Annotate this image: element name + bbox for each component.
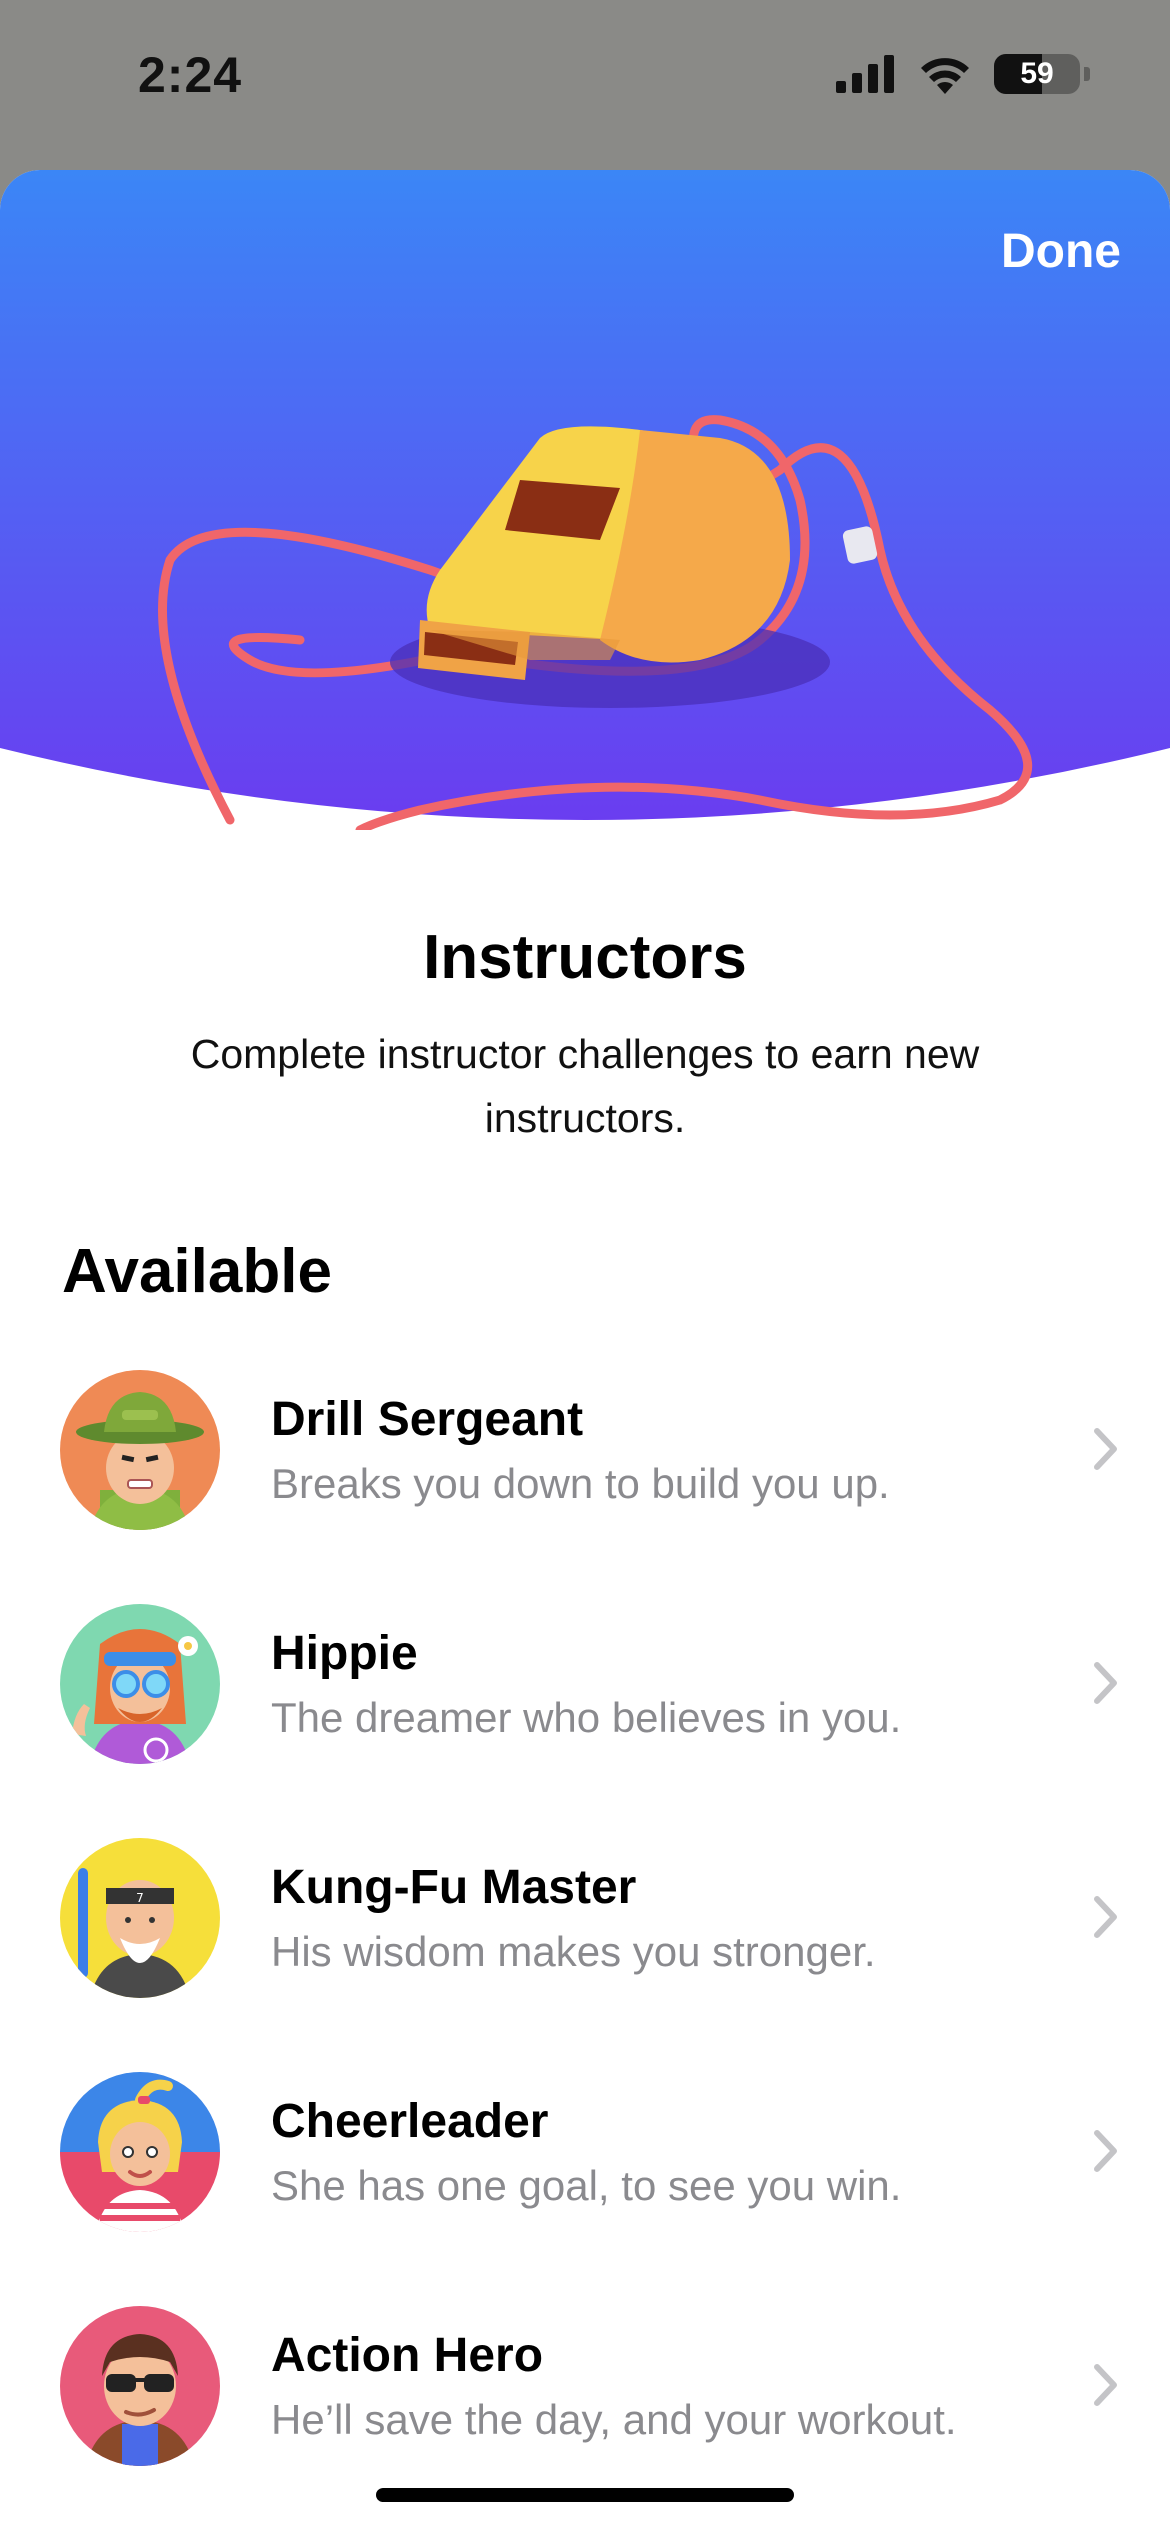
- page-title: Instructors: [423, 923, 747, 992]
- available-section-header: Available: [62, 1237, 332, 1306]
- done-button[interactable]: Done: [1001, 224, 1121, 279]
- instructor-list: Drill Sergeant Breaks you down to build …: [0, 1370, 1170, 2532]
- kung-fu-master-avatar: 7: [60, 1838, 220, 1998]
- chevron-right-icon: [1094, 1428, 1117, 1470]
- instructor-description: She has one goal, to see you win.: [271, 2162, 902, 2209]
- hippie-avatar: [60, 1604, 220, 1764]
- status-bar: 2:24 59: [0, 0, 1170, 160]
- chevron-right-icon: [1094, 1896, 1117, 1938]
- instructor-name: Action Hero: [271, 2329, 544, 2382]
- whistle-hero-illustration: [0, 170, 1170, 830]
- instructor-name: Hippie: [271, 1627, 418, 1680]
- instructor-name: Kung-Fu Master: [271, 1861, 637, 1914]
- instructor-name: Cheerleader: [271, 2095, 549, 2148]
- action-hero-avatar: [60, 2306, 220, 2466]
- chevron-right-icon: [1094, 2364, 1117, 2406]
- instructors-sheet: Done Instructors Complete instructor cha…: [0, 170, 1170, 2532]
- instructor-row-cheerleader[interactable]: Cheerleader She has one goal, to see you…: [0, 2072, 1170, 2306]
- instructor-row-drill-sergeant[interactable]: Drill Sergeant Breaks you down to build …: [0, 1370, 1170, 1604]
- instructor-description: He’ll save the day, and your workout.: [271, 2396, 957, 2443]
- instructor-row-hippie[interactable]: Hippie The dreamer who believes in you.: [0, 1604, 1170, 1838]
- chevron-right-icon: [1094, 1662, 1117, 1704]
- instructor-description: His wisdom makes you stronger.: [271, 1928, 876, 1975]
- screen: 2:24 59 Done Instructors Complete instru…: [0, 0, 1170, 2532]
- battery-level: 59: [1020, 57, 1054, 90]
- instructor-name: Drill Sergeant: [271, 1393, 584, 1446]
- cheerleader-avatar: [60, 2072, 220, 2232]
- home-indicator[interactable]: [376, 2488, 794, 2502]
- drill-sergeant-avatar: [60, 1370, 220, 1530]
- chevron-right-icon: [1094, 2130, 1117, 2172]
- svg-text:7: 7: [136, 1891, 144, 1905]
- instructor-description: Breaks you down to build you up.: [271, 1460, 890, 1507]
- status-time: 2:24: [138, 47, 243, 103]
- instructor-description: The dreamer who believes in you.: [271, 1694, 902, 1741]
- wifi-icon: [921, 58, 969, 94]
- instructor-row-kung-fu-master[interactable]: 7 Kung-Fu Master His wisdom makes you st…: [0, 1838, 1170, 2072]
- signal-icon: [836, 55, 894, 93]
- page-subtitle: Complete instructor challenges to earn n…: [190, 1031, 980, 1141]
- battery-tip: [1084, 67, 1090, 81]
- battery-icon: 59: [994, 54, 1080, 94]
- status-icons: 59: [836, 54, 1090, 94]
